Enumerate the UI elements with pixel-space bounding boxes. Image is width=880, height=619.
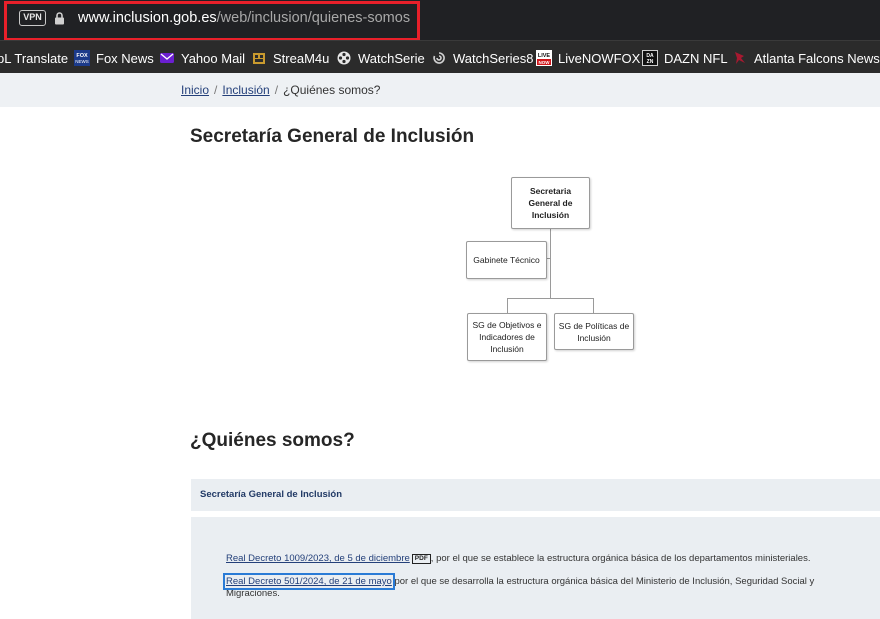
org-connector-right — [593, 298, 594, 313]
bookmark-pl-translate[interactable]: pL Translate — [0, 49, 68, 67]
live-now-icon: LIVE NOW — [536, 50, 552, 66]
bookmark-label: StreaM4u — [273, 50, 330, 66]
decree-link-1009-2023[interactable]: Real Decreto 1009/2023, de 5 de diciembr… — [226, 553, 410, 564]
breadcrumb-link-inicio[interactable]: Inicio — [181, 83, 209, 97]
bookmark-atlanta-falcons[interactable]: Atlanta Falcons News — [732, 49, 880, 67]
org-node-sg-objetivos[interactable]: SG de Objetivos e Indicadores de Inclusi… — [467, 313, 547, 361]
falcons-icon — [735, 52, 745, 64]
org-connector-vertical — [550, 228, 551, 299]
bookmark-dazn-nfl[interactable]: DA ZN DAZN NFL — [642, 49, 728, 67]
decree-text-1: , por el que se establece la estructura … — [430, 553, 811, 564]
breadcrumb-separator: / — [214, 83, 218, 97]
film-icon — [253, 53, 265, 64]
url-highlight-box — [4, 1, 420, 41]
yahoo-mail-icon — [160, 53, 174, 63]
page-title: Secretaría General de Inclusión — [190, 126, 475, 147]
bookmark-label: pL Translate — [0, 50, 69, 66]
film-reel-icon — [337, 51, 351, 65]
accordion-header-label: Secretaría General de Inclusión — [200, 489, 343, 500]
svg-text:ZN: ZN — [647, 59, 654, 65]
bookmark-label: Fox News — [96, 50, 154, 66]
accordion-body — [191, 517, 880, 619]
decree-paragraph-1: Real Decreto 1009/2023, de 5 de diciembr… — [226, 553, 810, 564]
breadcrumb-separator: / — [274, 83, 279, 97]
breadcrumb: Inicio / Inclusión / ¿Quiénes somos? — [181, 83, 380, 97]
dazn-icon: DA ZN — [642, 50, 658, 66]
bookmark-watchserie[interactable]: WatchSerie — [336, 49, 425, 67]
bookmark-watchseries8[interactable]: WatchSeries8 — [431, 49, 533, 67]
breadcrumb-current: ¿Quiénes somos? — [283, 83, 381, 97]
org-connector-horizontal — [507, 298, 594, 299]
svg-text:NOW: NOW — [539, 60, 551, 65]
bookmark-label: Yahoo Mail — [181, 50, 246, 66]
bookmark-label: WatchSeries8 — [453, 50, 534, 66]
bookmark-fox-news[interactable]: FOX NEWS Fox News — [74, 49, 154, 67]
org-connector-left — [507, 298, 508, 313]
fox-news-icon: FOX NEWS — [74, 50, 90, 66]
svg-text:NEWS: NEWS — [75, 59, 89, 64]
org-node-gabinete[interactable]: Gabinete Técnico — [466, 241, 547, 279]
bookmarks-bar: pL Translate FOX NEWS Fox News Yahoo Mai… — [0, 40, 880, 73]
bookmark-yahoo-mail[interactable]: Yahoo Mail — [159, 49, 245, 67]
bookmark-label: LiveNOWFOX — [558, 50, 641, 66]
org-node-root[interactable]: Secretaria General de Inclusión — [511, 177, 590, 229]
pdf-badge-icon: PDF — [411, 554, 431, 564]
bookmark-label: DAZN NFL — [664, 50, 728, 66]
section-title: ¿Quiénes somos? — [190, 430, 355, 451]
decree-link-501-2024[interactable]: Real Decreto 501/2024, de 21 de mayo — [223, 573, 395, 590]
bookmark-label: WatchSerie — [358, 50, 425, 66]
accordion-header[interactable]: Secretaría General de Inclusión — [191, 479, 880, 511]
swirl-icon — [433, 52, 445, 64]
org-node-sg-politicas[interactable]: SG de Políticas de Inclusión — [554, 313, 634, 350]
bookmark-livenowfox[interactable]: LIVE NOW LiveNOWFOX — [536, 49, 640, 67]
breadcrumb-link-inclusion[interactable]: Inclusión — [222, 83, 269, 97]
breadcrumb-bar — [0, 73, 880, 107]
decree-paragraph-2: Real Decreto 501/2024, de 21 de mayo por… — [223, 573, 866, 600]
svg-text:LIVE: LIVE — [538, 53, 551, 59]
bookmark-stream4u[interactable]: StreaM4u — [251, 49, 329, 67]
bookmark-label: Atlanta Falcons News — [754, 50, 880, 66]
